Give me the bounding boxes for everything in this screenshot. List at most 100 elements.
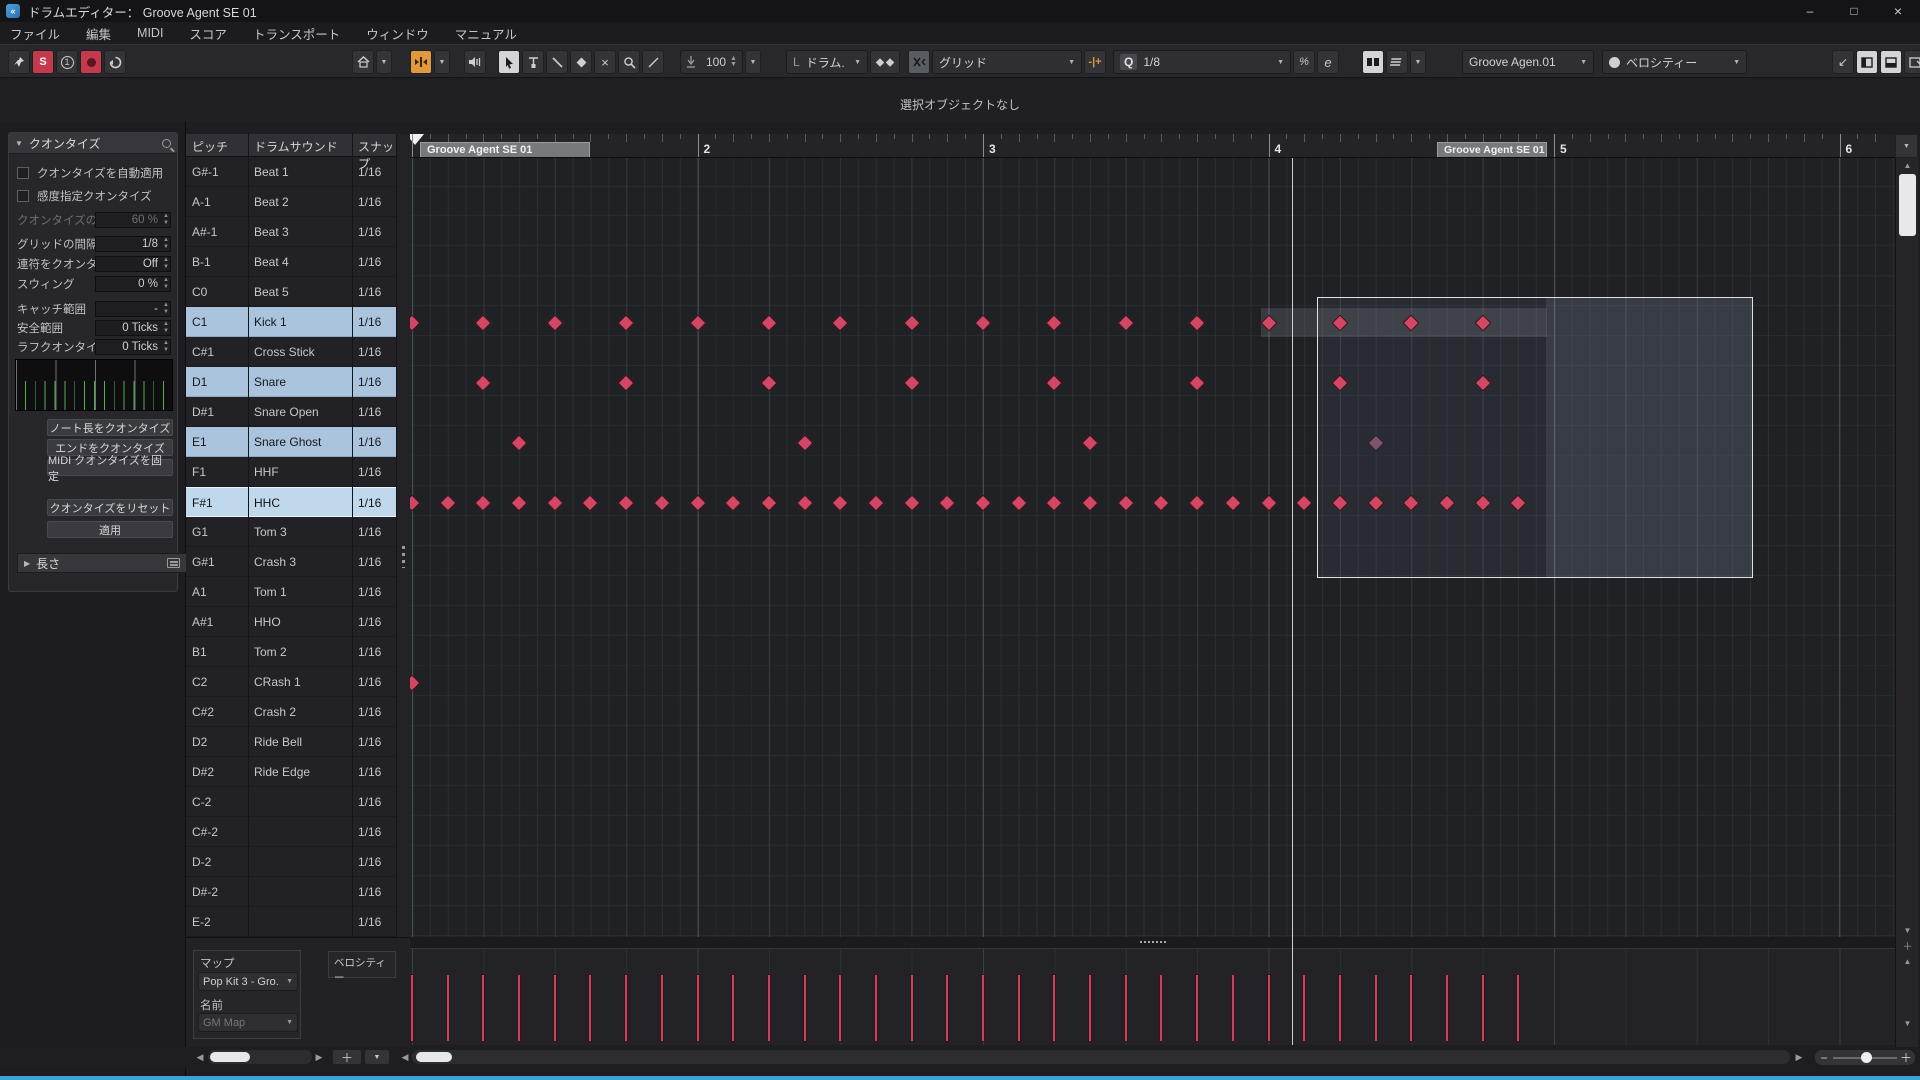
window-layout-bottom-icon[interactable]: [1880, 50, 1902, 74]
trim-tool[interactable]: [642, 50, 664, 74]
drum-row-C2[interactable]: C2CRash 11/16: [186, 667, 396, 697]
drum-row-A#-1[interactable]: A#-1Beat 31/16: [186, 217, 396, 247]
velocity-bar[interactable]: [1088, 974, 1092, 1042]
lane-zoom-plus-icon[interactable]: ＋: [1896, 937, 1919, 953]
velocity-bar[interactable]: [767, 974, 771, 1042]
drum-row-G#-1[interactable]: G#-1Beat 11/16: [186, 157, 396, 187]
velocity-bar[interactable]: [1231, 974, 1235, 1042]
note-diamond-C1[interactable]: [1046, 315, 1063, 332]
note-diamond-F#1[interactable]: [903, 495, 920, 512]
list-scrollbar[interactable]: [208, 1050, 312, 1064]
velocity-bar[interactable]: [1302, 974, 1306, 1042]
note-diamond-C1[interactable]: [1117, 315, 1134, 332]
tuplet-field[interactable]: Off▲▼: [95, 256, 171, 272]
snap-toggle-icon[interactable]: [908, 50, 930, 74]
menu-item-3[interactable]: スコア: [189, 24, 227, 43]
iq-checkbox[interactable]: [17, 190, 29, 202]
zoom-in-icon[interactable]: ＋: [1897, 1049, 1915, 1066]
drum-row-E1[interactable]: E1Snare Ghost1/16: [186, 427, 396, 457]
lane-scroll-down-icon[interactable]: ▼: [1896, 1015, 1919, 1031]
drum-row-C0[interactable]: C0Beat 51/16: [186, 277, 396, 307]
column-divider[interactable]: [352, 134, 353, 1047]
drum-row-A-1[interactable]: A-1Beat 21/16: [186, 187, 396, 217]
drum-row-G#1[interactable]: G#1Crash 31/16: [186, 547, 396, 577]
grid-overlap-icon[interactable]: [1362, 50, 1384, 74]
drum-row-F1[interactable]: F1HHF1/16: [186, 457, 396, 487]
note-diamond-F#1[interactable]: [475, 495, 492, 512]
speaker-icon[interactable]: [464, 50, 486, 74]
note-diamond-D1[interactable]: [1189, 375, 1206, 392]
note-diamond-C1[interactable]: [410, 315, 420, 332]
menu-item-4[interactable]: トランスポート: [253, 24, 340, 43]
note-diamond-C1[interactable]: [832, 315, 849, 332]
layers-dropdown-icon[interactable]: ▼: [1410, 50, 1426, 74]
note-diamond-F#1[interactable]: [1010, 495, 1027, 512]
autoscroll-dropdown-icon[interactable]: ▼: [434, 50, 450, 74]
velocity-bar[interactable]: [517, 974, 521, 1042]
zoom-out-icon[interactable]: −: [1815, 1051, 1833, 1065]
name-select[interactable]: GM Map▼: [198, 1013, 298, 1032]
note-diamond-F#1[interactable]: [1153, 495, 1170, 512]
velocity-bar[interactable]: [874, 974, 878, 1042]
scroll-down-icon[interactable]: ▼: [1896, 923, 1919, 937]
pin-icon[interactable]: [8, 50, 30, 74]
lane-divider[interactable]: [410, 937, 1895, 948]
velocity-bar[interactable]: [660, 974, 664, 1042]
velocity-bar[interactable]: [803, 974, 807, 1042]
velocity-bar[interactable]: [1445, 974, 1449, 1042]
search-icon[interactable]: [162, 139, 171, 148]
erase-tool[interactable]: [570, 50, 592, 74]
drum-row-C#-2[interactable]: C#-21/16: [186, 817, 396, 847]
drum-row-D#-2[interactable]: D#-21/16: [186, 877, 396, 907]
note-diamond-F#1[interactable]: [511, 495, 528, 512]
note-diamond-C1[interactable]: [903, 315, 920, 332]
horizontal-zoom-slider[interactable]: − ＋: [1815, 1050, 1915, 1065]
lane-options-dropdown[interactable]: ▼: [364, 1049, 390, 1065]
velocity-bar[interactable]: [945, 974, 949, 1042]
select-tool[interactable]: [498, 50, 520, 74]
note-diamond-C1[interactable]: [975, 315, 992, 332]
drum-row-C#2[interactable]: C#2Crash 21/16: [186, 697, 396, 727]
note-length-combo[interactable]: L ドラム. ▼: [786, 50, 868, 74]
grid-scroll-right-icon[interactable]: ▶: [1792, 1050, 1806, 1064]
note-diamond-C1[interactable]: [475, 315, 492, 332]
close-button[interactable]: ×: [1876, 0, 1920, 22]
note-diamond-F#1[interactable]: [1189, 495, 1206, 512]
swing-field[interactable]: 0 %▲▼: [95, 276, 171, 292]
velocity-bar[interactable]: [588, 974, 592, 1042]
snap-column-header[interactable]: スナップ: [352, 134, 396, 156]
insert-velocity-field[interactable]: 100 ▲▼: [680, 50, 743, 74]
drum-row-G1[interactable]: G1Tom 31/16: [186, 517, 396, 547]
velocity-bar[interactable]: [553, 974, 557, 1042]
note-diamond-F#1[interactable]: [1082, 495, 1099, 512]
note-grid[interactable]: [410, 158, 1895, 937]
velocity-bar[interactable]: [910, 974, 914, 1042]
velocity-bar[interactable]: [1159, 974, 1163, 1042]
drumstick-tool[interactable]: [522, 50, 544, 74]
velocity-bar[interactable]: [1338, 974, 1342, 1042]
drum-row-F#1[interactable]: F#1HHC1/16: [186, 487, 396, 517]
apply-quantize-button[interactable]: 適用: [47, 521, 173, 538]
home-dropdown-icon[interactable]: ▼: [376, 50, 392, 74]
length-section-header[interactable]: ▶ 長さ: [17, 553, 187, 573]
grid-scroll-left-icon[interactable]: ◀: [398, 1050, 412, 1064]
layers-icon[interactable]: [1386, 50, 1408, 74]
note-diamond-F#1[interactable]: [1224, 495, 1241, 512]
drum-row-A1[interactable]: A1Tom 11/16: [186, 577, 396, 607]
map-select[interactable]: Pop Kit 3 - Gro.▼: [198, 972, 298, 991]
note-diamond-C1[interactable]: [1189, 315, 1206, 332]
setup-window-icon[interactable]: [1904, 50, 1920, 74]
note-diamond-F#1[interactable]: [796, 495, 813, 512]
quantize-panel-header[interactable]: ▼ クオンタイズ: [9, 133, 177, 154]
lane-scroll-up-icon[interactable]: ▲: [1896, 953, 1919, 969]
velocity-bar[interactable]: [481, 974, 485, 1042]
snap-type-combo[interactable]: グリッド▼: [932, 50, 1082, 74]
minimize-button[interactable]: –: [1788, 0, 1832, 22]
note-diamond-D1[interactable]: [760, 375, 777, 392]
note-diamond-C1[interactable]: [689, 315, 706, 332]
note-diamond-C2[interactable]: [410, 675, 420, 692]
velocity-bar[interactable]: [1052, 974, 1056, 1042]
safe-range-field[interactable]: 0 Ticks▲▼: [95, 320, 171, 336]
note-diamond-F#1[interactable]: [689, 495, 706, 512]
note-diamond-F#1[interactable]: [939, 495, 956, 512]
